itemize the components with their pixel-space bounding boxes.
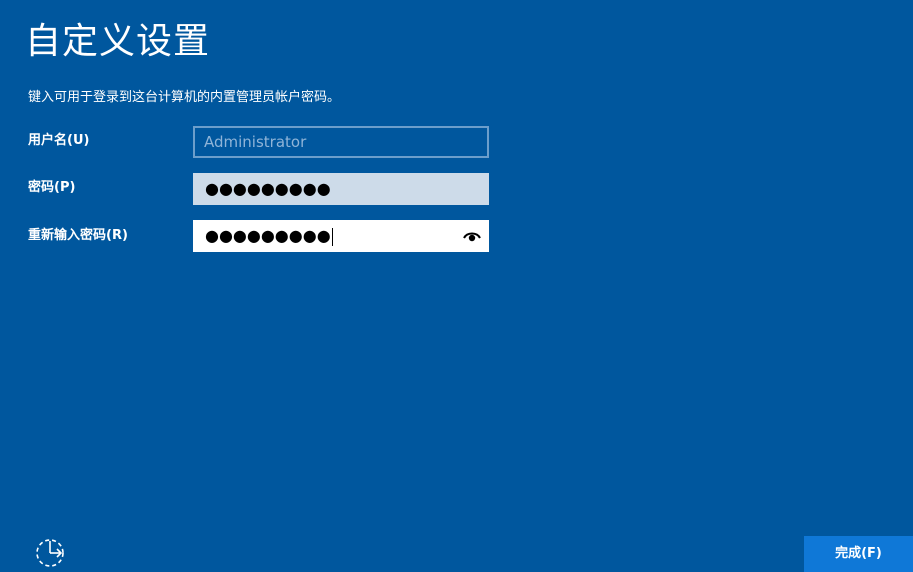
password-mask: ●●●●●●●●● — [205, 179, 331, 198]
setup-page: 自定义设置 键入可用于登录到这台计算机的内置管理员帐户密码。 用户名(U) Ad… — [0, 0, 913, 572]
page-description: 键入可用于登录到这台计算机的内置管理员帐户密码。 — [28, 90, 341, 105]
confirm-password-field[interactable]: ●●●●●●●●● — [193, 220, 489, 252]
username-field[interactable]: Administrator — [193, 126, 489, 158]
text-caret — [331, 227, 333, 246]
username-placeholder: Administrator — [204, 133, 307, 151]
finish-button[interactable]: 完成(F) — [804, 536, 913, 572]
confirm-password-label: 重新输入密码(R) — [28, 228, 128, 243]
password-field[interactable]: ●●●●●●●●● — [193, 173, 489, 205]
username-label: 用户名(U) — [28, 133, 90, 148]
ease-of-access-icon[interactable] — [33, 535, 69, 569]
confirm-password-mask: ●●●●●●●●● — [205, 226, 331, 245]
password-label: 密码(P) — [28, 180, 76, 195]
page-title: 自定义设置 — [25, 21, 211, 62]
eye-icon[interactable] — [463, 229, 481, 243]
